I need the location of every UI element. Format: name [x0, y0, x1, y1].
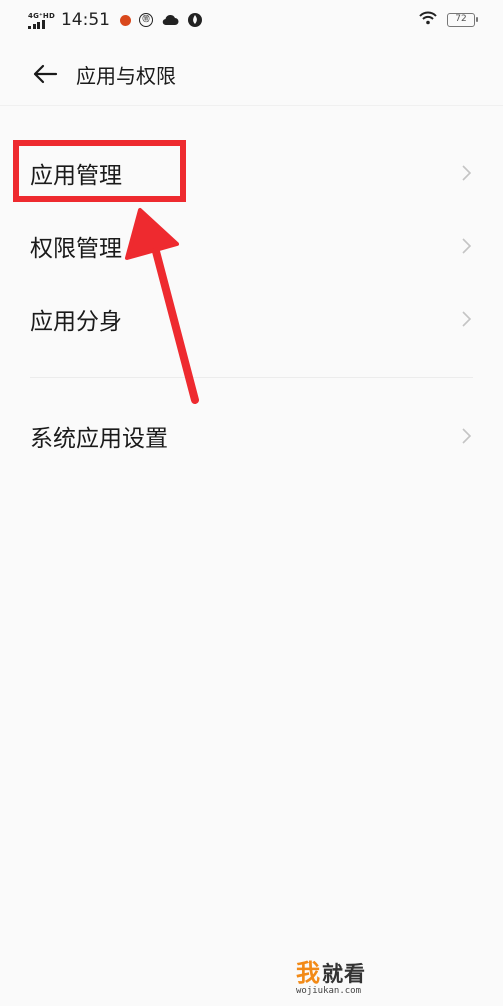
page-header: 应用与权限: [0, 48, 503, 100]
wifi-icon: [419, 10, 437, 30]
watermark-brand-rest: 就看: [322, 962, 366, 986]
back-button[interactable]: [30, 59, 60, 89]
page-title: 应用与权限: [76, 63, 176, 88]
menu-item-permission-management[interactable]: 权限管理: [0, 210, 503, 282]
clock: 14:51: [60, 10, 110, 30]
menu-item-app-clone[interactable]: 应用分身: [0, 283, 503, 355]
menu-item-label: 应用分身: [30, 309, 122, 335]
status-bar: 4G⁺HD 14:51 ⑪ 72: [0, 0, 503, 40]
menu-item-system-app-settings[interactable]: 系统应用设置: [0, 400, 503, 472]
chevron-right-icon: [462, 165, 472, 181]
highlight-box: [13, 140, 186, 202]
section-divider: [30, 377, 473, 378]
battery-icon: 72: [447, 13, 478, 27]
arrow-left-icon: [33, 64, 58, 84]
notification-circle-icon: ⑪: [138, 13, 153, 27]
weather-cloud-icon: [161, 13, 179, 27]
signal-bars-icon: [28, 19, 45, 29]
menu-item-label: 权限管理: [30, 236, 122, 262]
header-divider: [0, 105, 503, 106]
notification-app-icon: [119, 14, 131, 26]
chevron-right-icon: [462, 238, 472, 254]
notification-fire-icon: [187, 12, 203, 28]
chevron-right-icon: [462, 428, 472, 444]
watermark: 我 就看 wojiukan.com: [296, 953, 436, 996]
watermark-brand-first: 我: [296, 959, 320, 987]
network-type: 4G⁺HD: [28, 11, 55, 20]
watermark-url: wojiukan.com: [296, 986, 362, 996]
signal-indicator: 4G⁺HD: [28, 12, 55, 29]
menu-item-label: 系统应用设置: [30, 426, 168, 452]
chevron-right-icon: [462, 311, 472, 327]
